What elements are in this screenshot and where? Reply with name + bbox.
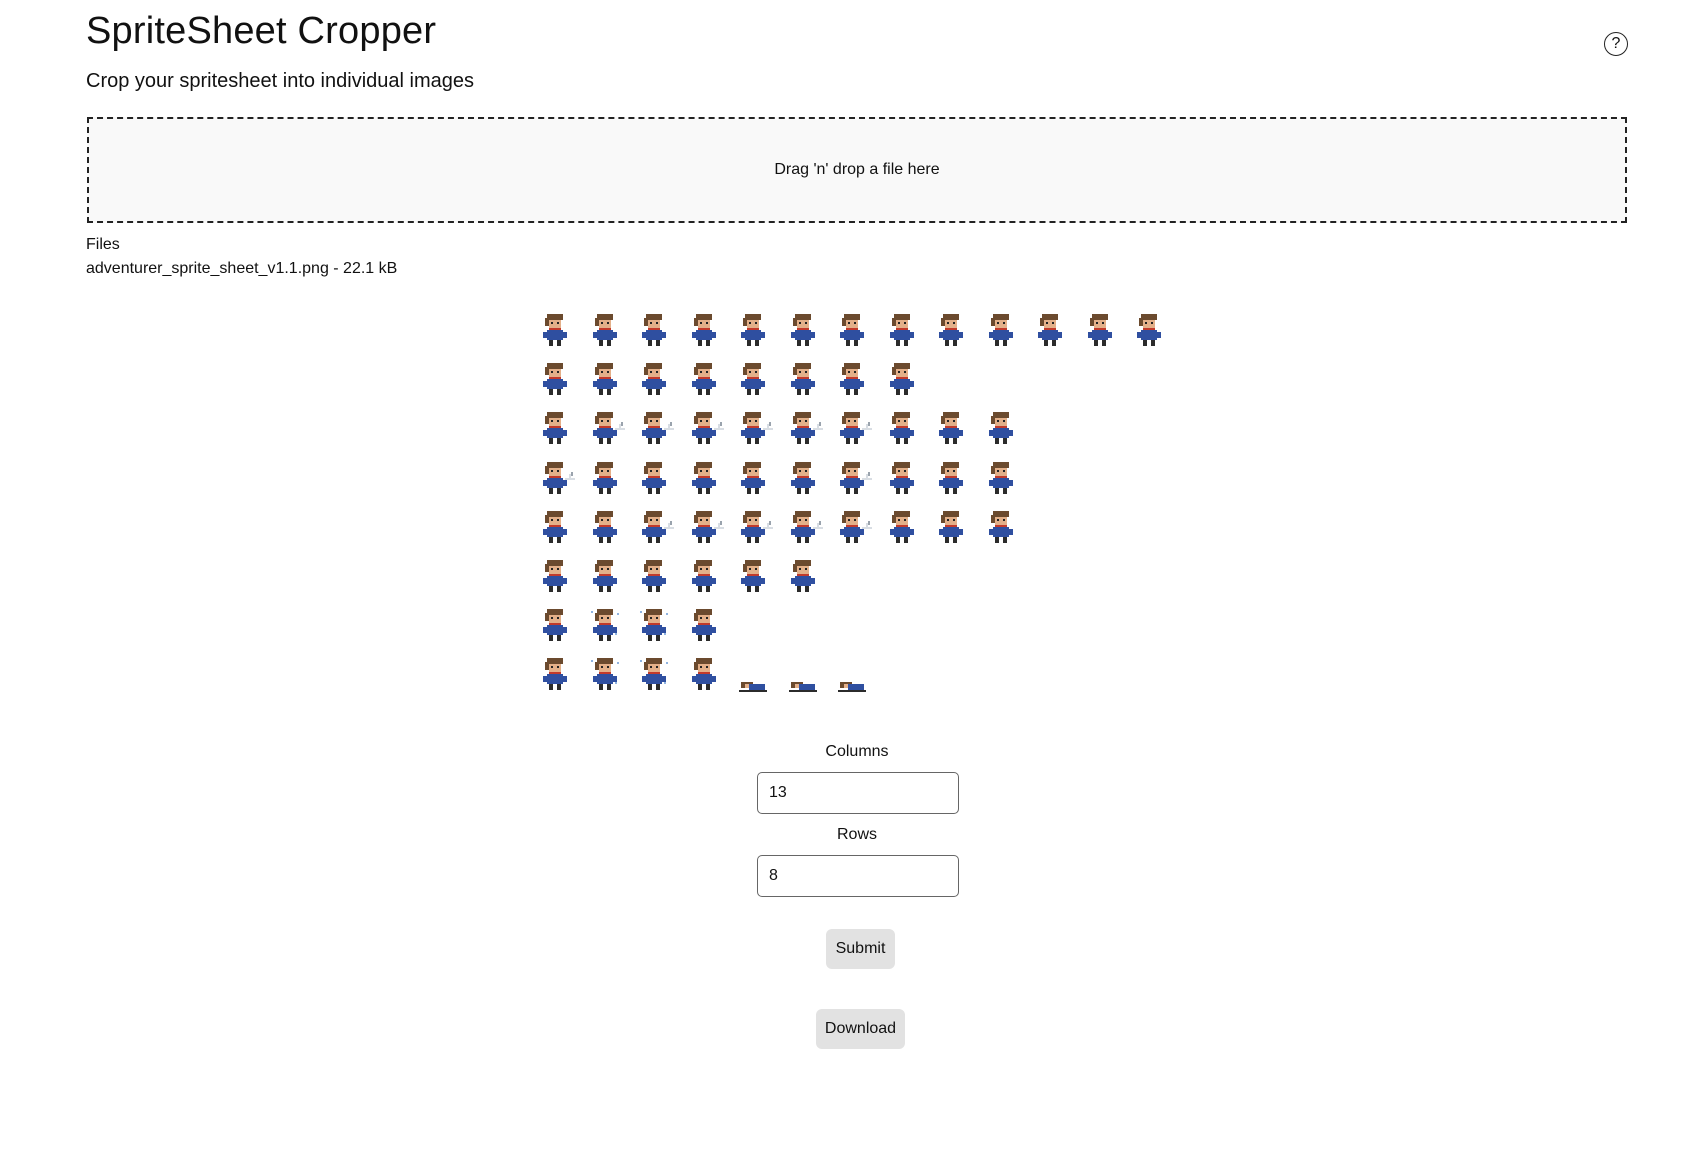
- sprite-frame: [585, 458, 625, 498]
- sprite-frame: [684, 408, 724, 448]
- sprite-frame: [535, 359, 575, 399]
- sprite-frame: [535, 507, 575, 547]
- sprite-frame: [585, 310, 625, 350]
- sprite-frame: [733, 556, 773, 596]
- sprite-frame: [634, 458, 674, 498]
- sprite-frame: [1080, 310, 1120, 350]
- rows-label: Rows: [836, 826, 877, 843]
- sprite-frame: [981, 458, 1021, 498]
- sprite-frame: [832, 359, 872, 399]
- file-item: adventurer_sprite_sheet_v1.1.png - 22.1 …: [86, 260, 398, 277]
- sprite-frame: [535, 310, 575, 350]
- download-button[interactable]: Download: [816, 1009, 905, 1049]
- sprite-frame: [783, 310, 823, 350]
- sprite-frame: [535, 556, 575, 596]
- sprite-frame: [585, 556, 625, 596]
- dropzone-text: Drag 'n' drop a file here: [774, 161, 940, 178]
- sprite-frame: [783, 458, 823, 498]
- sprite-frame: [733, 458, 773, 498]
- help-icon[interactable]: ?: [1604, 32, 1628, 56]
- sprite-frame: [684, 654, 724, 694]
- sprite-frame: [535, 458, 575, 498]
- sprite-frame: [535, 605, 575, 645]
- sprite-frame: [783, 359, 823, 399]
- sprite-frame: [981, 408, 1021, 448]
- sprite-frame: [585, 507, 625, 547]
- sprite-frame: [832, 310, 872, 350]
- sprite-frame: [585, 605, 625, 645]
- sprite-frame: [832, 507, 872, 547]
- page-title: SpriteSheet Cropper: [86, 10, 437, 52]
- sprite-frame: [634, 310, 674, 350]
- columns-input[interactable]: [757, 772, 959, 814]
- sprite-frame: [684, 556, 724, 596]
- sprite-frame: [882, 408, 922, 448]
- file-dropzone[interactable]: Drag 'n' drop a file here: [87, 117, 1627, 223]
- sprite-frame: [1129, 310, 1169, 350]
- sprite-frame: [882, 310, 922, 350]
- sprite-frame: [684, 310, 724, 350]
- sprite-frame: [684, 605, 724, 645]
- sprite-frame: [882, 458, 922, 498]
- sprite-frame: [882, 507, 922, 547]
- sprite-frame: [535, 654, 575, 694]
- sprite-frame: [783, 654, 823, 694]
- sprite-frame: [981, 507, 1021, 547]
- sprite-frame: [733, 507, 773, 547]
- sprite-frame: [535, 408, 575, 448]
- sprite-frame: [832, 654, 872, 694]
- sprite-frame: [585, 654, 625, 694]
- page: SpriteSheet Cropper Crop your spriteshee…: [0, 0, 1698, 1159]
- sprite-frame: [931, 458, 971, 498]
- sprite-frame: [634, 359, 674, 399]
- sprite-frame: [783, 507, 823, 547]
- rows-input[interactable]: [757, 855, 959, 897]
- sprite-frame: [1030, 310, 1070, 350]
- sprite-frame: [585, 408, 625, 448]
- sprite-frame: [931, 408, 971, 448]
- page-subtitle: Crop your spritesheet into individual im…: [86, 70, 474, 92]
- sprite-frame: [634, 605, 674, 645]
- spritesheet-preview: [535, 310, 1175, 698]
- files-heading: Files: [86, 236, 120, 253]
- sprite-frame: [684, 458, 724, 498]
- sprite-frame: [585, 359, 625, 399]
- sprite-frame: [783, 408, 823, 448]
- sprite-frame: [684, 359, 724, 399]
- sprite-frame: [684, 507, 724, 547]
- sprite-frame: [832, 458, 872, 498]
- sprite-frame: [634, 654, 674, 694]
- sprite-frame: [931, 507, 971, 547]
- sprite-frame: [634, 507, 674, 547]
- sprite-frame: [733, 408, 773, 448]
- sprite-frame: [634, 408, 674, 448]
- sprite-frame: [733, 359, 773, 399]
- submit-button[interactable]: Submit: [826, 929, 895, 969]
- sprite-frame: [634, 556, 674, 596]
- columns-label: Columns: [825, 743, 889, 760]
- sprite-frame: [832, 408, 872, 448]
- sprite-frame: [733, 310, 773, 350]
- sprite-frame: [783, 556, 823, 596]
- sprite-frame: [882, 359, 922, 399]
- sprite-frame: [931, 310, 971, 350]
- sprite-frame: [733, 654, 773, 694]
- sprite-frame: [981, 310, 1021, 350]
